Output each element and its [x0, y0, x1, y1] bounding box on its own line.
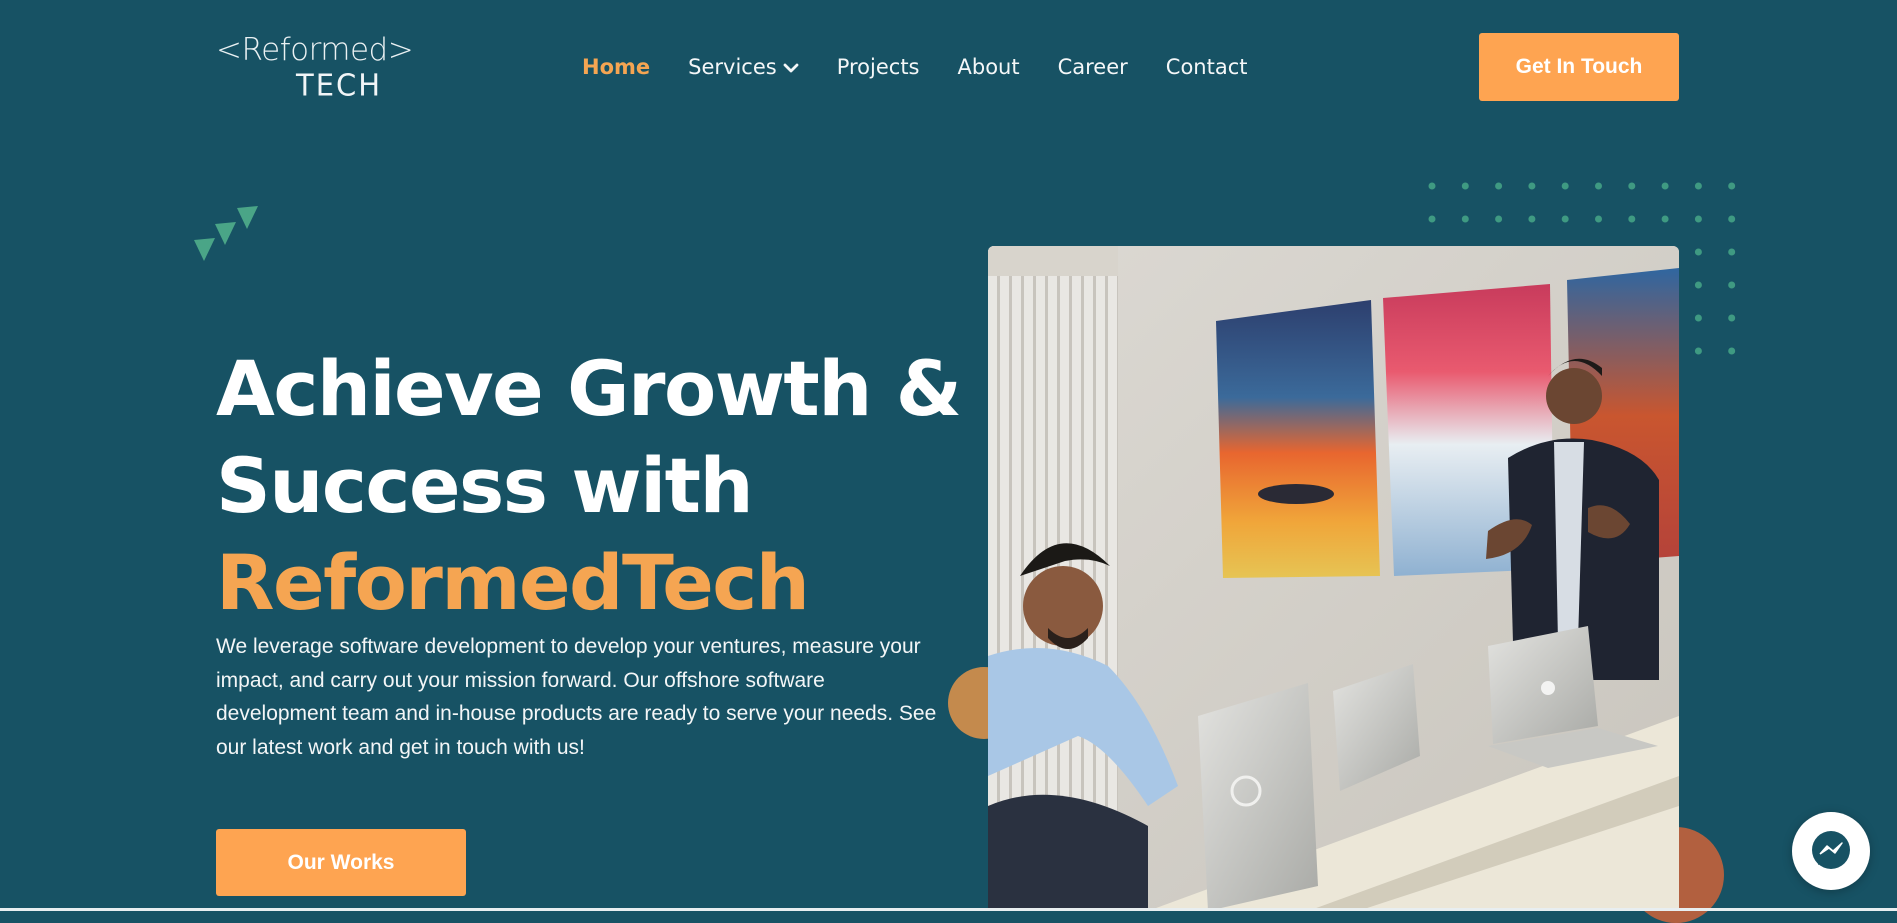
headline-line-1: Achieve Growth & — [216, 344, 962, 433]
logo-subtitle: TECH — [296, 67, 383, 103]
chevron-down-icon — [783, 52, 799, 82]
team-meeting-photo — [988, 246, 1679, 911]
logo-wordmark: <Reformed> — [216, 32, 414, 68]
our-works-button[interactable]: Our Works — [216, 829, 466, 896]
triangles-decoration — [194, 206, 258, 261]
nav-home[interactable]: Home — [582, 52, 650, 82]
get-in-touch-button[interactable]: Get In Touch — [1479, 33, 1679, 101]
nav-projects[interactable]: Projects — [837, 52, 920, 82]
nav-about[interactable]: About — [958, 52, 1020, 82]
hero-description: We leverage software development to deve… — [216, 635, 937, 759]
headline-line-2: Success with — [216, 441, 754, 530]
messenger-icon[interactable] — [1792, 812, 1870, 890]
messenger-glyph-icon — [1812, 831, 1850, 869]
headline-brand: ReformedTech — [216, 538, 810, 627]
nav-services-label: Services — [688, 55, 777, 79]
hero-headline: Achieve Growth & Success with ReformedTe… — [216, 340, 976, 631]
nav-contact[interactable]: Contact — [1166, 52, 1248, 82]
main-nav: Home Services Projects About Career Cont… — [582, 52, 1247, 82]
nav-services[interactable]: Services — [688, 52, 799, 82]
logo[interactable]: <Reformed> TECH — [216, 30, 414, 104]
nav-career[interactable]: Career — [1058, 52, 1128, 82]
